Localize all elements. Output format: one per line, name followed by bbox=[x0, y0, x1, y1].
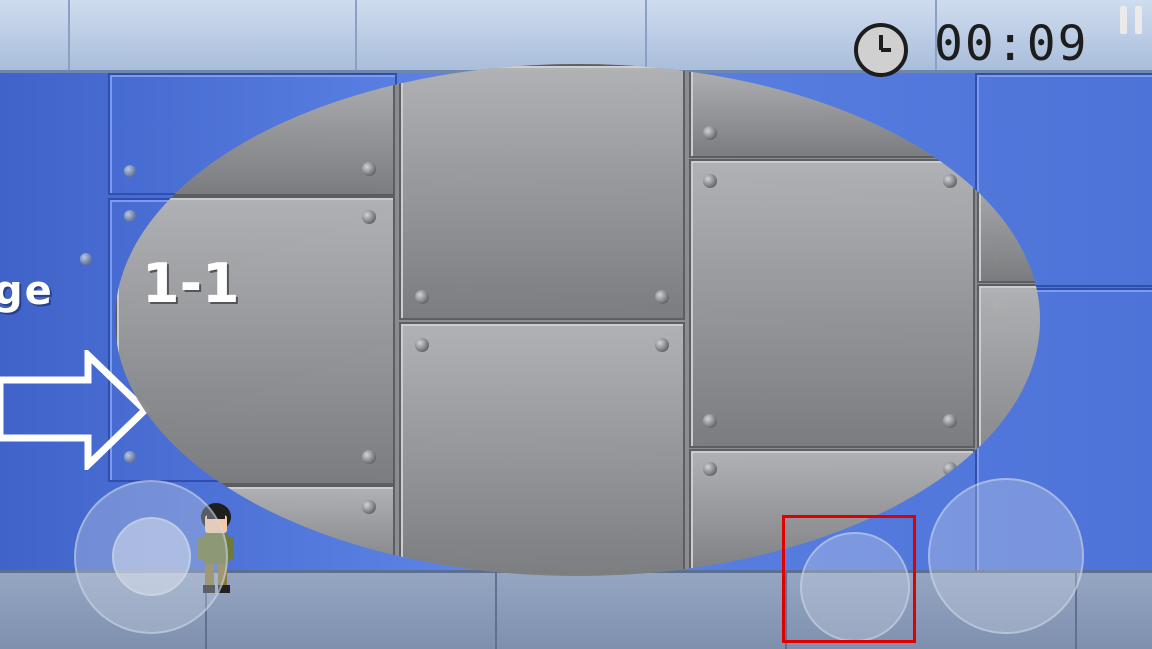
stage-number: 1-1 bbox=[142, 252, 240, 315]
stage-label: ge bbox=[0, 268, 54, 314]
joystick-knob[interactable] bbox=[112, 517, 191, 596]
clock-icon bbox=[854, 23, 908, 77]
pause-icon[interactable] bbox=[1118, 6, 1148, 36]
timer-text: 00:09 bbox=[934, 16, 1089, 72]
stage-panel bbox=[115, 64, 1040, 576]
highlight-box bbox=[782, 515, 916, 643]
action-button-b[interactable] bbox=[928, 478, 1084, 634]
